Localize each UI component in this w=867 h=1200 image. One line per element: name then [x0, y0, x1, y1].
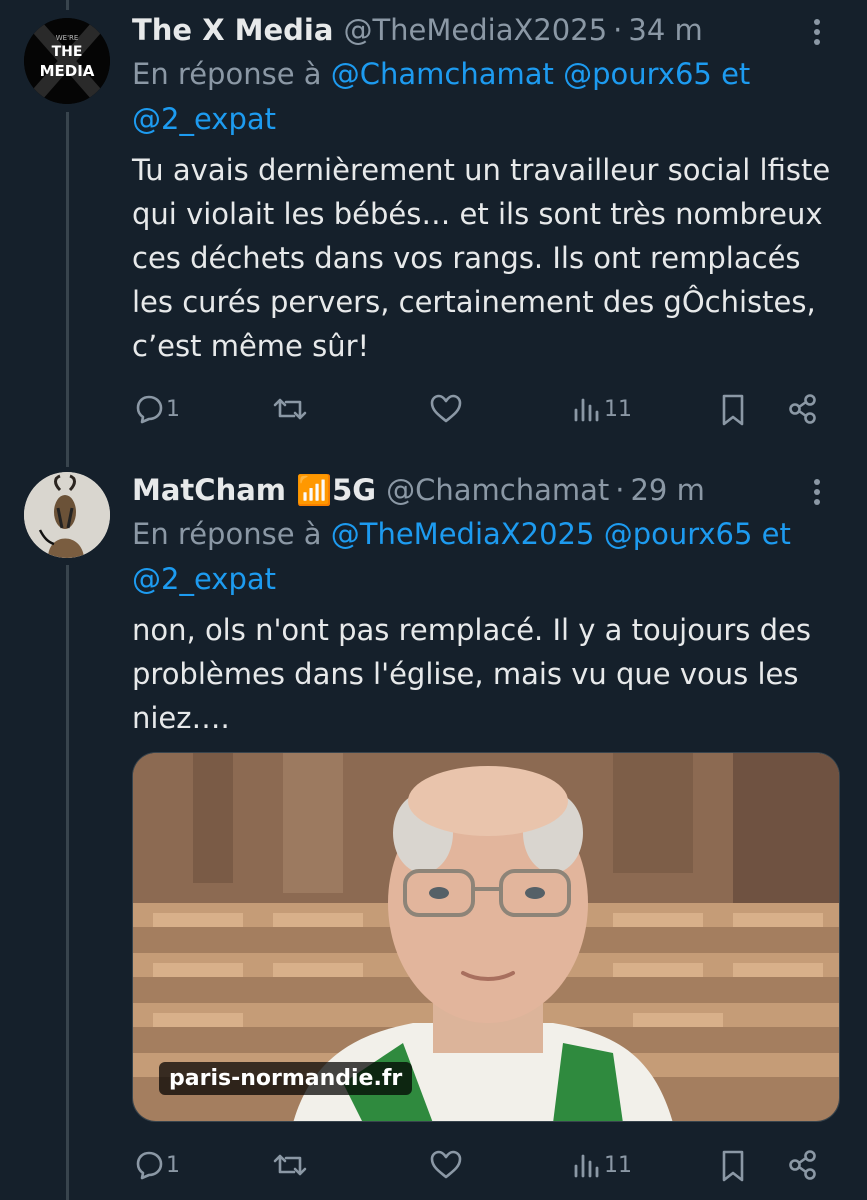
bookmark-button[interactable]: [718, 1148, 748, 1184]
like-button[interactable]: [428, 1148, 464, 1182]
reply-icon: [136, 1151, 163, 1180]
reply-button[interactable]: 1: [132, 1148, 180, 1182]
chamois-avatar: [24, 472, 110, 558]
tweet-header: MatCham 📶5G @Chamchamat · 29 m: [132, 470, 837, 510]
action-bar: 1 11: [132, 1148, 832, 1188]
views-count: 11: [604, 1152, 632, 1178]
retweet-icon: [273, 1154, 307, 1176]
separator: ·: [615, 473, 625, 507]
like-icon: [430, 1150, 462, 1179]
reply-mention[interactable]: @pourx65: [604, 517, 753, 551]
share-button[interactable]: [786, 1148, 820, 1182]
tweet-text: non, ols n'ont pas remplacé. Il y a touj…: [132, 613, 811, 735]
avatar[interactable]: [24, 472, 110, 558]
more-icon[interactable]: [797, 472, 837, 512]
bookmark-icon: [722, 1150, 744, 1182]
author-handle[interactable]: @Chamchamat: [386, 473, 609, 507]
views-icon: [574, 1154, 599, 1178]
author-name[interactable]: MatCham: [132, 473, 286, 507]
reply-prefix: En réponse à: [132, 517, 322, 551]
timestamp[interactable]: 29 m: [630, 473, 704, 507]
views-button[interactable]: 11: [570, 1148, 632, 1182]
share-icon: [789, 1150, 816, 1180]
reply-count: 1: [166, 1152, 180, 1178]
author-badge: 📶5G: [296, 472, 377, 507]
reply-mention[interactable]: @2_expat: [132, 562, 276, 596]
link-source-label[interactable]: paris-normandie.fr: [159, 1062, 413, 1095]
retweet-button[interactable]: [272, 1148, 308, 1182]
reply-mention-conjunction[interactable]: et: [762, 517, 791, 551]
link-card-image[interactable]: paris-normandie.fr: [132, 752, 840, 1122]
tweet[interactable]: MatCham 📶5G @Chamchamat · 29 m En répons…: [0, 0, 867, 1200]
reply-context: En réponse à @TheMediaX2025 @pourx65 et …: [132, 512, 837, 602]
reply-mention[interactable]: @TheMediaX2025: [331, 517, 595, 551]
